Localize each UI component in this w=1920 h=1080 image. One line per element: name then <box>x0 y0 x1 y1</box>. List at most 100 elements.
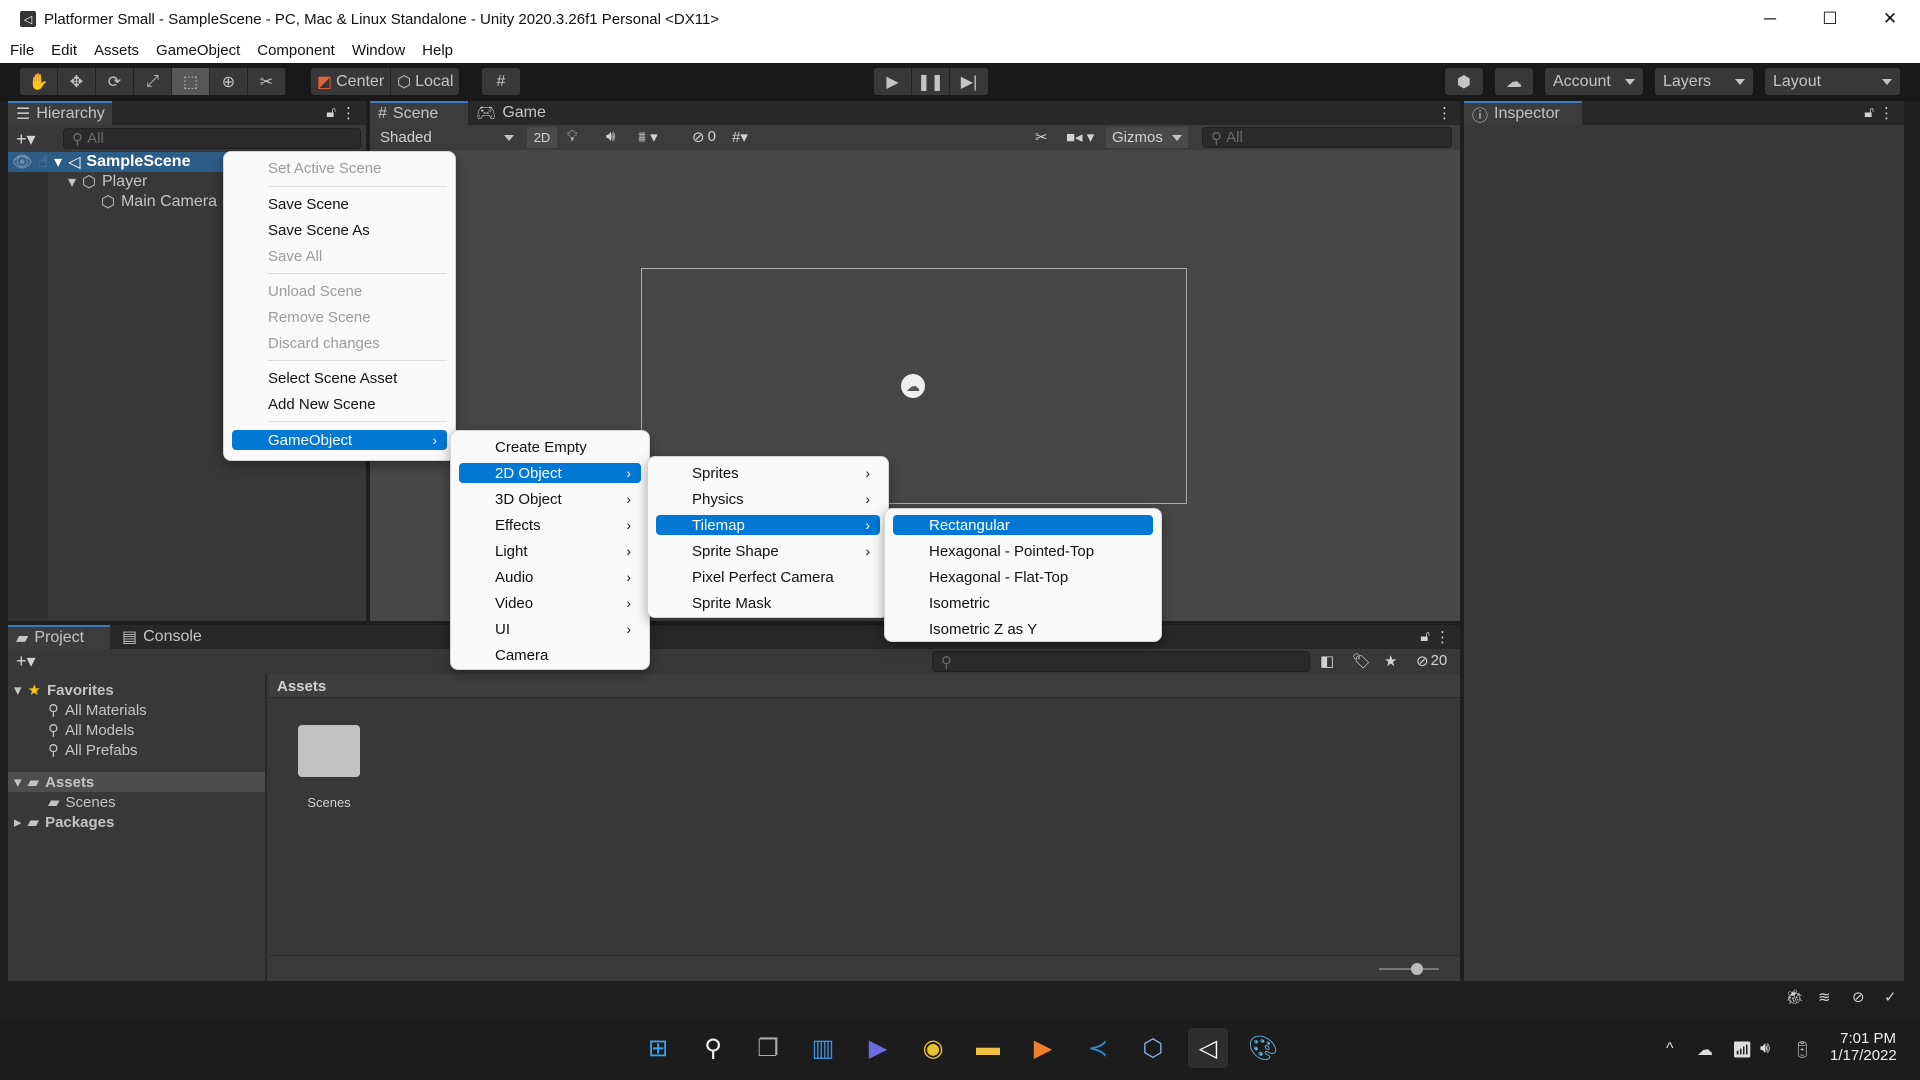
hidden-objects-toggle[interactable]: ⊘ 0 <box>692 128 716 146</box>
layout-dropdown[interactable]: Layout <box>1765 68 1900 95</box>
favorite-star-icon[interactable]: ★ <box>1384 652 1397 670</box>
expand-arrow-icon[interactable]: ▾ <box>68 172 76 192</box>
hidden-packages-toggle[interactable]: ⊘ 20 <box>1416 652 1447 670</box>
cloud-icon[interactable]: ☁ <box>1495 68 1533 95</box>
draw-mode-dropdown[interactable]: Shaded <box>374 127 520 148</box>
hand-tool-icon[interactable]: ✋ <box>20 68 58 95</box>
filter-by-type-icon[interactable]: ◧ <box>1320 652 1334 670</box>
more-options-icon[interactable]: ⋮ <box>1437 104 1452 122</box>
menu-item-tilemap[interactable]: Tilemap › <box>656 515 880 535</box>
expand-arrow-icon[interactable]: ▾ <box>14 681 22 699</box>
menu-assets[interactable]: Assets <box>94 42 139 59</box>
more-options-icon[interactable]: ⋮ <box>1435 628 1450 646</box>
start-icon[interactable]: ⊞ <box>638 1028 678 1068</box>
effects-icon[interactable]: ⩩ ▾ <box>638 128 658 146</box>
menu-item-discard-changes[interactable]: Discard changes <box>232 333 447 353</box>
move-tool-icon[interactable]: ✥ <box>58 68 96 95</box>
menu-item-hexagonal-flat-top[interactable]: Hexagonal - Flat-Top <box>893 567 1153 587</box>
chat-icon[interactable]: ▶ <box>858 1028 898 1068</box>
paint-icon[interactable]: 🎨︎ <box>1243 1028 1283 1068</box>
tab-scene[interactable]: # Scene <box>370 101 468 125</box>
vscode-icon[interactable]: ≺ <box>1078 1028 1118 1068</box>
layers-dropdown[interactable]: Layers <box>1655 68 1753 95</box>
scale-tool-icon[interactable]: ⤢ <box>134 68 172 95</box>
file-explorer-icon[interactable]: ▬ <box>968 1028 1008 1068</box>
lock-icon[interactable]: 🔓︎ <box>1864 104 1874 121</box>
wifi-icon[interactable]: 📶︎ <box>1732 1040 1752 1060</box>
create-asset-dropdown[interactable]: +▾ <box>16 651 36 672</box>
more-options-icon[interactable]: ⋮ <box>341 104 356 122</box>
collab-icon[interactable]: ⬢ <box>1445 68 1483 95</box>
zoom-slider-track[interactable] <box>1379 968 1439 970</box>
grid-snap-icon[interactable]: # <box>482 68 520 95</box>
menu-item-sprite-mask[interactable]: Sprite Mask <box>656 593 880 613</box>
tab-project[interactable]: ▰ Project <box>8 625 110 649</box>
pause-button[interactable]: ❚❚ <box>912 68 950 95</box>
menu-item-light[interactable]: Light › <box>459 541 641 561</box>
hierarchy-search-input[interactable]: ⚲ All <box>63 128 361 149</box>
create-dropdown[interactable]: +▾ <box>16 129 36 150</box>
check-icon[interactable]: ✓ <box>1884 988 1897 1006</box>
menu-file[interactable]: File <box>10 42 34 59</box>
pivot-local-button[interactable]: ⬡ Local <box>391 68 459 95</box>
gizmos-dropdown[interactable]: Gizmos <box>1106 127 1188 148</box>
widgets-icon[interactable]: ▥ <box>803 1028 843 1068</box>
lock-icon[interactable]: 🔓︎ <box>326 104 336 121</box>
tree-all-materials[interactable]: ⚲ All Materials <box>48 700 147 720</box>
menu-item-select-scene-asset[interactable]: Select Scene Asset <box>232 368 447 388</box>
tray-overflow-icon[interactable]: ^ <box>1666 1040 1674 1058</box>
menu-item-pixel-perfect-camera[interactable]: Pixel Perfect Camera <box>656 567 880 587</box>
hierarchy-item-player[interactable]: ▾ ⬡ Player <box>68 172 147 192</box>
hierarchy-item-main-camera[interactable]: ⬡ Main Camera <box>101 192 217 212</box>
hierarchy-item-samplescene[interactable]: 👁︎ ☝︎ ▾ ◁ SampleScene <box>12 152 190 172</box>
media-player-icon[interactable]: ▶ <box>1023 1028 1063 1068</box>
menu-item-audio[interactable]: Audio › <box>459 567 641 587</box>
menu-item-sprites[interactable]: Sprites › <box>656 463 880 483</box>
cache-icon[interactable]: ≋ <box>1818 988 1831 1006</box>
menu-gameobject[interactable]: GameObject <box>156 42 240 59</box>
menu-item-remove-scene[interactable]: Remove Scene <box>232 307 447 327</box>
menu-edit[interactable]: Edit <box>51 42 77 59</box>
more-options-icon[interactable]: ⋮ <box>1879 104 1894 122</box>
tree-packages[interactable]: ▸ ▰ Packages <box>14 812 114 832</box>
pivot-center-button[interactable]: ◩ Center <box>311 68 392 95</box>
menu-item-set-active-scene[interactable]: Set Active Scene <box>232 158 447 178</box>
tab-game[interactable]: 🎮︎ Game <box>468 101 558 125</box>
play-button[interactable]: ▶ <box>874 68 912 95</box>
maximize-button[interactable]: ☐ <box>1800 0 1860 38</box>
menu-item-3d-object[interactable]: 3D Object › <box>459 489 641 509</box>
menu-item-physics[interactable]: Physics › <box>656 489 880 509</box>
expand-arrow-icon[interactable]: ▾ <box>54 152 62 172</box>
menu-item-sprite-shape[interactable]: Sprite Shape › <box>656 541 880 561</box>
auto-generate-lighting-icon[interactable]: ⊘ <box>1852 988 1865 1006</box>
clock[interactable]: 7:01 PM 1/17/2022 <box>1830 1030 1897 1064</box>
rotate-tool-icon[interactable]: ⟳ <box>96 68 134 95</box>
audio-icon[interactable]: 🔊︎ <box>606 128 615 145</box>
menu-item-effects[interactable]: Effects › <box>459 515 641 535</box>
folder-asset-icon[interactable] <box>298 725 360 777</box>
filter-by-label-icon[interactable]: 🏷︎ <box>1352 652 1371 670</box>
menu-item-create-empty[interactable]: Create Empty <box>459 437 641 457</box>
tab-console[interactable]: ▤ Console <box>114 625 214 649</box>
menu-item-unload-scene[interactable]: Unload Scene <box>232 281 447 301</box>
lighting-icon[interactable]: 💡︎ <box>567 128 578 145</box>
menu-item-save-scene[interactable]: Save Scene <box>232 194 447 214</box>
visibility-icon[interactable]: 👁︎ <box>12 152 32 172</box>
project-search-input[interactable]: ⚲ <box>932 651 1310 672</box>
2d-toggle[interactable]: 2D <box>527 127 557 148</box>
custom-tool-icon[interactable]: ✂ <box>248 68 286 95</box>
chrome-icon[interactable]: ◉ <box>913 1028 953 1068</box>
search-icon[interactable]: ⚲ <box>693 1028 733 1068</box>
menu-item-camera[interactable]: Camera <box>459 645 641 665</box>
tree-assets[interactable]: ▾ ▰ Assets <box>14 772 94 792</box>
tools-icon[interactable]: ✂ <box>1035 128 1048 146</box>
menu-window[interactable]: Window <box>352 42 405 59</box>
virtualbox-icon[interactable]: ⬡ <box>1133 1028 1173 1068</box>
task-view-icon[interactable]: ❐ <box>748 1028 788 1068</box>
menu-component[interactable]: Component <box>257 42 335 59</box>
menu-item-isometric-z-as-y[interactable]: Isometric Z as Y <box>893 619 1153 639</box>
minimize-button[interactable]: ─ <box>1740 0 1800 38</box>
menu-item-ui[interactable]: UI › <box>459 619 641 639</box>
volume-icon[interactable]: 🔊︎ <box>1760 1040 1770 1058</box>
close-button[interactable]: ✕ <box>1860 0 1920 38</box>
